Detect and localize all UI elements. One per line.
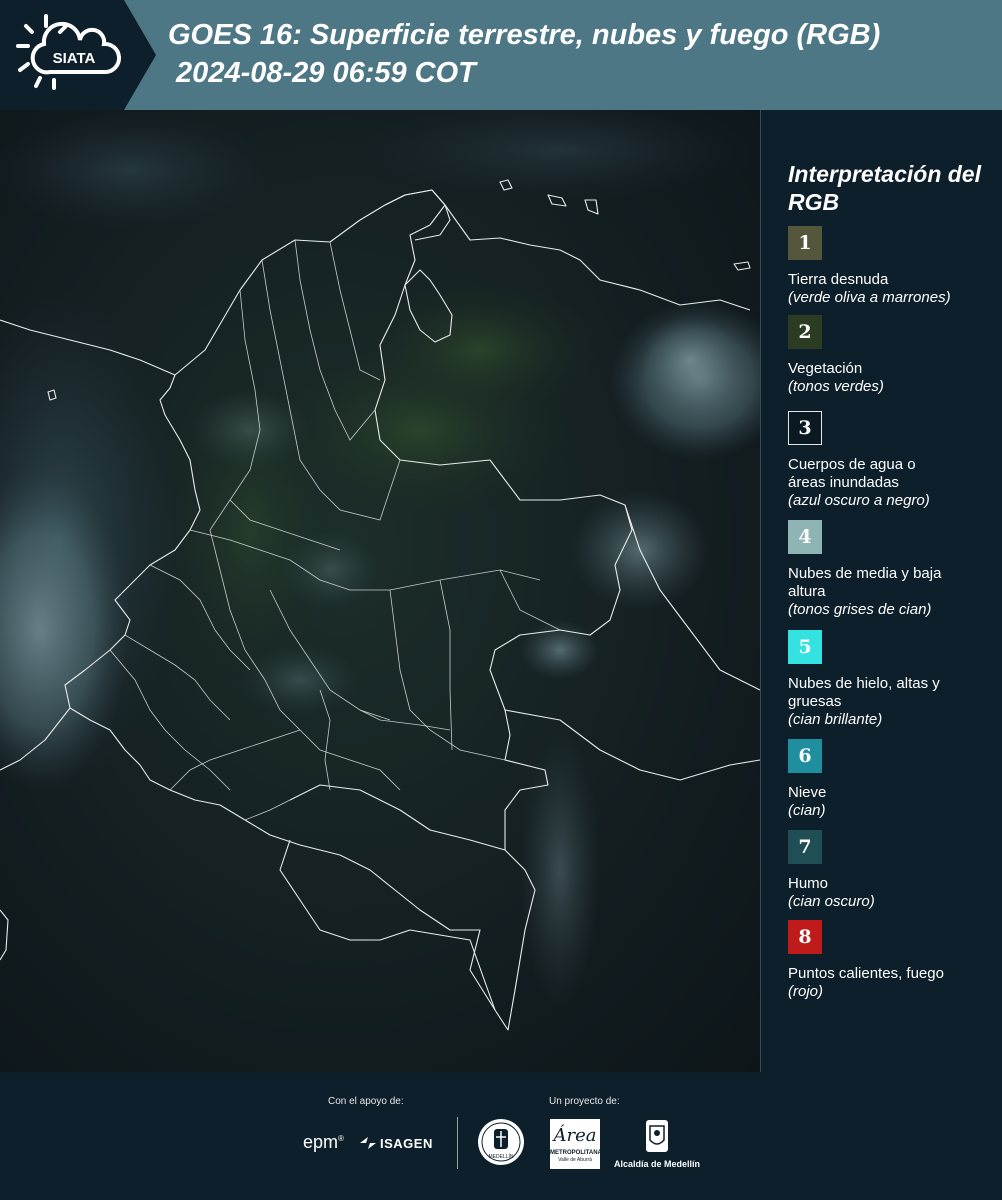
- legend-panel: Interpretación del RGB 1 Tierra desnuda (v…: [788, 160, 988, 1000]
- legend-item-desc: (cian): [788, 802, 826, 819]
- isagen-mark-icon: [360, 1137, 376, 1149]
- logo-text: SIATA: [53, 50, 96, 67]
- legend-item-desc: (cian brillante): [788, 711, 883, 728]
- legend-item-desc: (tonos grises de cian): [788, 601, 932, 618]
- legend-item-desc: (rojo): [788, 983, 824, 1000]
- area-logo-subtext: METROPOLITANA: [550, 1150, 602, 1156]
- sponsor-epm-text: epm: [303, 1132, 339, 1152]
- legend-item-desc: (tonos verdes): [788, 378, 884, 395]
- bonaire-island: [584, 199, 599, 215]
- alcaldia-shield-icon: [646, 1120, 668, 1152]
- alcaldia-logo: Alcaldía de Medellín: [612, 1118, 702, 1172]
- border-ecuador: [279, 839, 496, 1011]
- page-title: GOES 16: Superficie terrestre, nubes y f…: [168, 16, 880, 92]
- sponsor-isagen-text: ISAGEN: [380, 1135, 433, 1151]
- legend-item-name: Puntos calientes, fuego: [788, 965, 944, 982]
- title-line-1: GOES 16: Superficie terrestre, nubes y f…: [168, 19, 881, 51]
- legend-item-name: Nubes de media y baja altura: [788, 565, 942, 600]
- legend-item: 2 Vegetación (tonos verdes): [788, 315, 948, 396]
- legend-item-name: Humo: [788, 875, 829, 892]
- legend-item: 3 Cuerpos de agua o áreas inundadas (azul …: [788, 411, 948, 510]
- siata-logo: SIATA: [16, 14, 122, 90]
- legend-title: Interpretación del RGB: [788, 161, 981, 215]
- alcaldia-text: Alcaldía de Medellín: [613, 1159, 701, 1169]
- legend-item-desc: (verde oliva a marrones): [788, 289, 951, 306]
- legend-item-name: Cuerpos de agua o áreas inundadas: [788, 456, 916, 491]
- area-logo-text: Área: [553, 1125, 597, 1146]
- satellite-map: [0, 110, 761, 1072]
- legend-swatch: 4: [788, 520, 822, 554]
- sponsor-epm-logo: epm®: [303, 1132, 344, 1152]
- legend-item-name: Tierra desnuda: [788, 271, 889, 288]
- legend-swatch: 8: [788, 920, 822, 954]
- border-peru: [289, 784, 506, 851]
- project-label: Un proyecto de:: [549, 1096, 620, 1107]
- legend-item: 1 Tierra desnuda (verde oliva a marrones): [788, 226, 951, 307]
- peninsula-guajira: [384, 189, 451, 241]
- legend-item: 8 Puntos calientes, fuego (rojo): [788, 920, 988, 1001]
- cloud-layer: [0, 110, 760, 1010]
- footer-divider: [457, 1117, 458, 1169]
- legend-item: 4 Nubes de media y baja altura (tonos gris…: [788, 520, 948, 619]
- area-logo-subtext2: Valle de Aburrá: [558, 1157, 592, 1163]
- legend-item-name: Vegetación: [788, 360, 863, 377]
- header-bar: SIATA GOES 16: Superficie terrestre, nub…: [0, 0, 1002, 110]
- legend-item-desc: (cian oscuro): [788, 893, 875, 910]
- legend-swatch: 2: [788, 315, 822, 349]
- legend-swatch: 6: [788, 739, 822, 773]
- sponsor-isagen-logo: ISAGEN: [358, 1135, 433, 1151]
- title-line-2: 2024-08-29 06:59 COT: [168, 57, 476, 89]
- support-label: Con el apoyo de:: [328, 1096, 404, 1107]
- seal-icon: MEDELLÍN: [478, 1119, 524, 1165]
- legend-item: 6 Nieve (cian): [788, 739, 948, 820]
- galapagos-edge: [0, 909, 9, 961]
- margarita-island: [733, 261, 751, 271]
- legend-item: 7 Humo (cian oscuro): [788, 830, 948, 911]
- legend-swatch: 7: [788, 830, 822, 864]
- area-metropolitana-logo: Área METROPOLITANA Valle de Aburrá: [550, 1119, 602, 1169]
- legend-item-desc: (azul oscuro a negro): [788, 492, 930, 509]
- medellin-seal-logo: MEDELLÍN: [476, 1117, 526, 1167]
- legend-swatch: 5: [788, 630, 822, 664]
- logo-block: SIATA: [0, 0, 156, 110]
- legend-item-name: Nieve: [788, 784, 827, 801]
- legend-item: 5 Nubes de hielo, altas y gruesas (cian br…: [788, 630, 948, 729]
- satellite-map-svg: [0, 110, 760, 1031]
- seal-text: MEDELLÍN: [488, 1153, 513, 1160]
- legend-swatch: 3: [788, 411, 822, 445]
- legend-swatch: 1: [788, 226, 822, 260]
- footer: Con el apoyo de: Un proyecto de: epm® IS…: [0, 1072, 1002, 1200]
- legend-item-name: Nubes de hielo, altas y gruesas: [788, 675, 940, 710]
